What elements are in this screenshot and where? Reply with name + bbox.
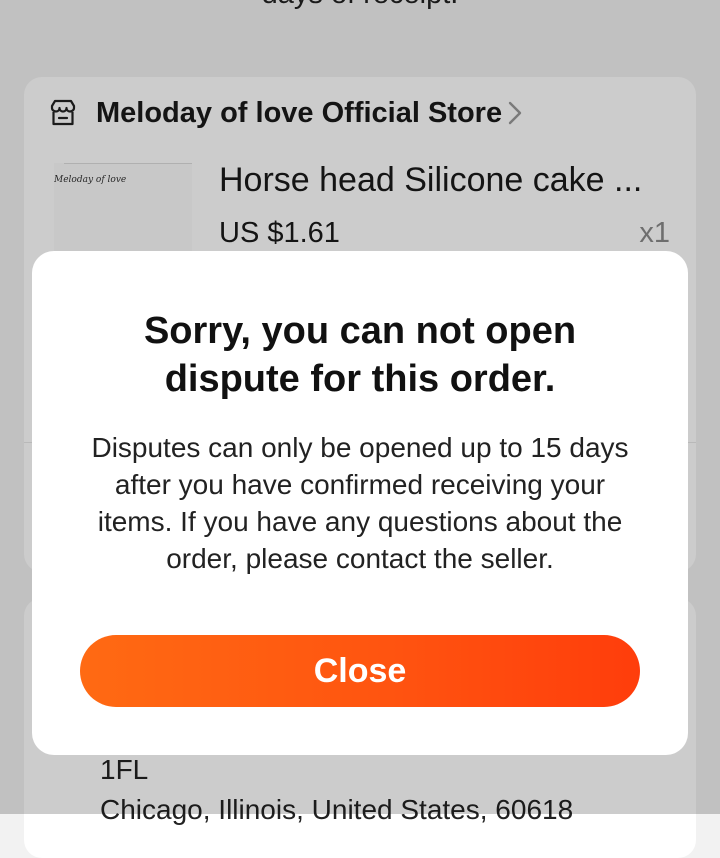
dialog-message: Disputes can only be opened up to 15 day…	[91, 432, 629, 574]
dialog-title: Sorry, you can not open dispute for this…	[143, 310, 577, 400]
dispute-dialog: Sorry, you can not open dispute for this…	[32, 251, 688, 755]
close-button[interactable]: Close	[80, 635, 640, 707]
